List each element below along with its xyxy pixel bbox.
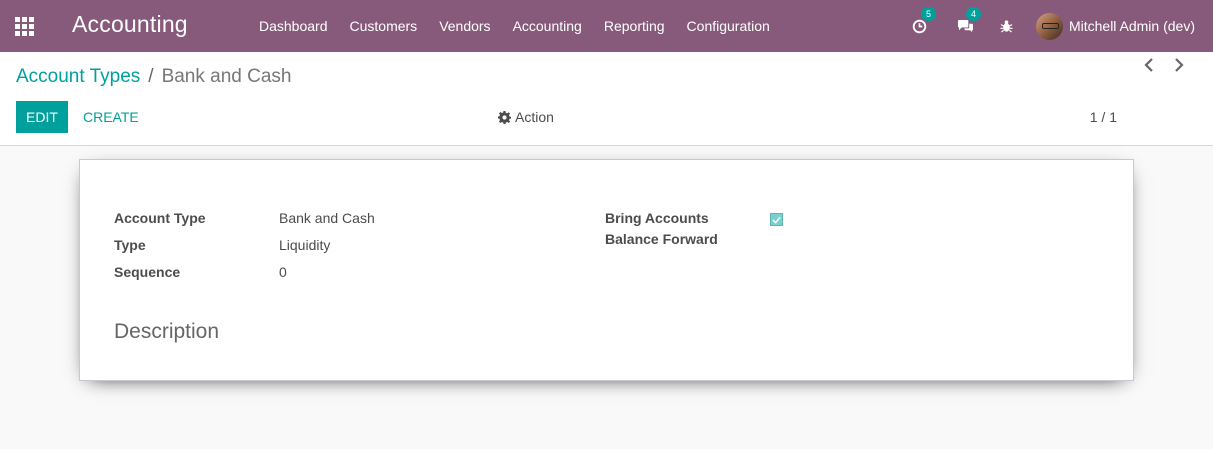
menu-item-accounting[interactable]: Accounting — [502, 0, 593, 52]
create-button[interactable]: CREATE — [83, 101, 139, 133]
gear-icon — [498, 110, 511, 124]
apps-menu-icon[interactable] — [15, 17, 34, 36]
menu-item-configuration[interactable]: Configuration — [676, 0, 781, 52]
type-value: Liquidity — [279, 237, 331, 253]
top-navbar: Accounting Dashboard Customers Vendors A… — [0, 0, 1213, 52]
app-brand[interactable]: Accounting — [72, 11, 188, 38]
message-count-badge: 4 — [965, 6, 981, 21]
breadcrumb-separator: / — [148, 66, 154, 87]
menu-item-vendors[interactable]: Vendors — [428, 0, 501, 52]
sequence-value: 0 — [279, 264, 287, 280]
action-label: Action — [515, 109, 554, 125]
balance-forward-label: Balance Forward — [605, 231, 718, 247]
avatar — [1035, 12, 1063, 40]
clock-icon — [912, 19, 927, 33]
menu-item-customers[interactable]: Customers — [339, 0, 429, 52]
form-sheet — [79, 159, 1134, 381]
debug-menu[interactable] — [1000, 19, 1013, 33]
breadcrumb-parent-link[interactable]: Account Types — [16, 66, 140, 88]
breadcrumb: Account Types / Bank and Cash — [16, 66, 291, 88]
bring-accounts-label: Bring Accounts — [605, 210, 709, 226]
user-menu[interactable]: Mitchell Admin (dev) — [1035, 12, 1195, 40]
activity-menu[interactable]: 5 — [912, 6, 936, 34]
control-panel: Account Types / Bank and Cash EDIT CREAT… — [0, 52, 1213, 146]
account-type-value: Bank and Cash — [279, 210, 375, 226]
chevron-left-icon — [1144, 58, 1153, 72]
breadcrumb-current: Bank and Cash — [161, 66, 292, 87]
bug-icon — [1000, 20, 1013, 33]
activity-count-badge: 5 — [920, 6, 936, 21]
user-name: Mitchell Admin (dev) — [1068, 18, 1195, 34]
bring-accounts-balance-forward-checkbox[interactable] — [770, 213, 783, 226]
edit-button[interactable]: EDIT — [16, 101, 68, 133]
sequence-label: Sequence — [114, 264, 181, 280]
description-section-title: Description — [114, 320, 220, 343]
main-menu: Dashboard Customers Vendors Accounting R… — [248, 0, 781, 52]
action-dropdown-button[interactable]: Action — [498, 101, 554, 133]
pager-next-button[interactable] — [1172, 57, 1186, 73]
menu-item-dashboard[interactable]: Dashboard — [248, 0, 339, 52]
chat-bubbles-icon — [957, 19, 973, 32]
checkmark-icon — [772, 216, 781, 224]
pager-previous-button[interactable] — [1142, 57, 1156, 73]
chevron-right-icon — [1175, 58, 1184, 72]
account-type-label: Account Type — [114, 210, 206, 226]
pager-value[interactable]: 1 / 1 — [1090, 101, 1117, 133]
messaging-menu[interactable]: 4 — [957, 6, 981, 34]
type-label: Type — [114, 237, 146, 253]
menu-item-reporting[interactable]: Reporting — [593, 0, 676, 52]
systray: 5 4 Mitchell Admin (dev) — [912, 0, 1213, 52]
